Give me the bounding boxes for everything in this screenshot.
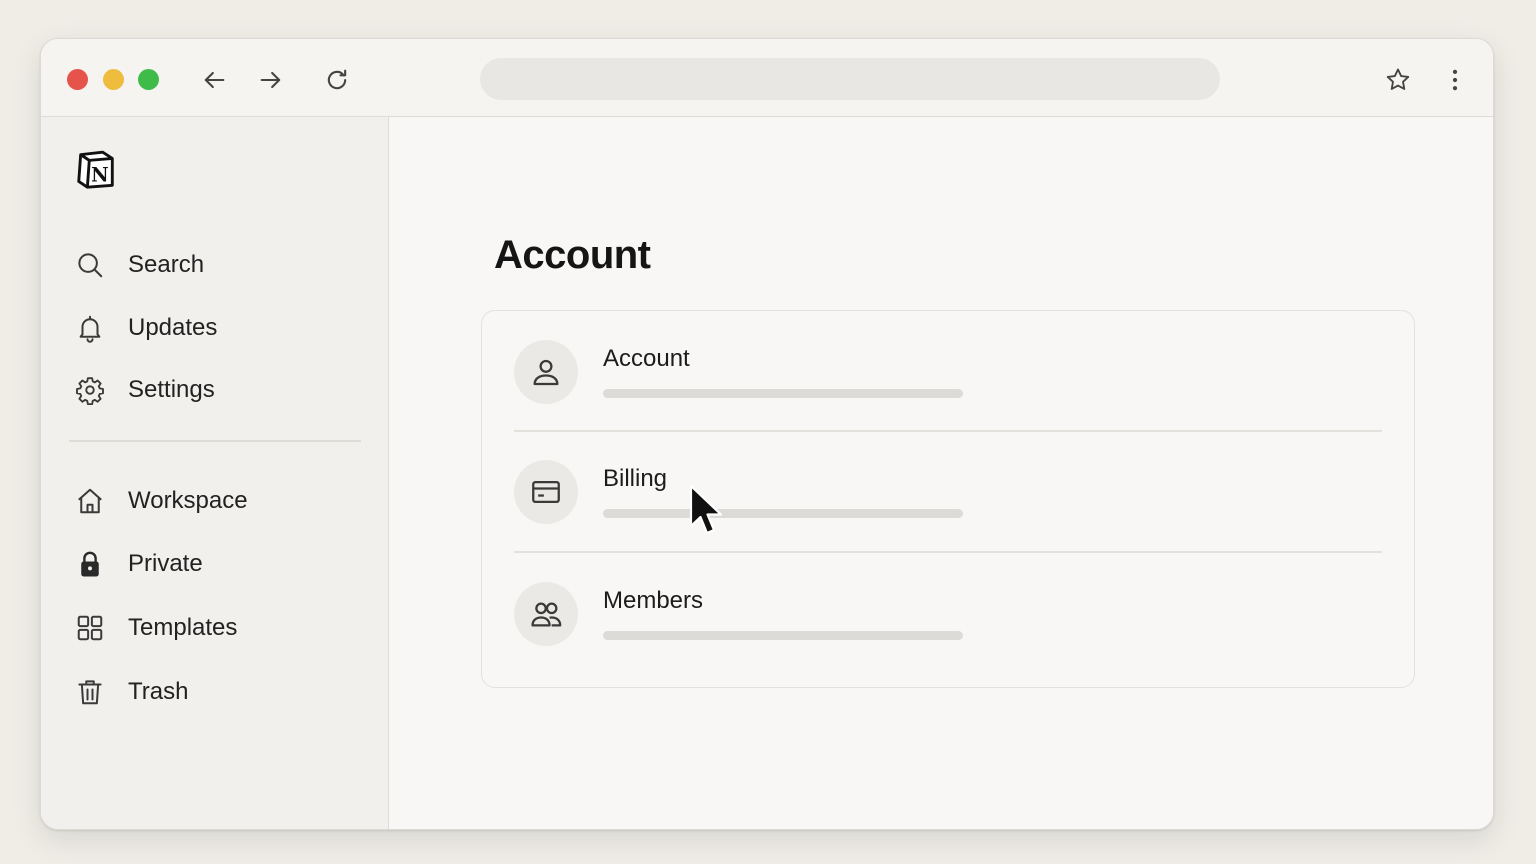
sidebar-item-label: Private [128, 550, 203, 577]
sidebar-item-label: Search [128, 251, 205, 278]
reload-button[interactable] [320, 63, 354, 97]
user-icon [514, 340, 578, 404]
reload-icon [327, 69, 347, 90]
sidebar-item-label: Updates [128, 314, 218, 341]
sidebar-item-search[interactable]: Search [61, 241, 361, 289]
minimize-window-button[interactable] [103, 69, 124, 90]
sidebar-item-templates[interactable]: Templates [61, 604, 361, 652]
settings-row-account[interactable]: Account [482, 311, 1414, 431]
bell-icon [73, 311, 107, 345]
sidebar-item-label: Templates [128, 614, 238, 641]
address-bar[interactable] [480, 58, 1220, 100]
settings-row-members[interactable]: Members [482, 553, 1414, 673]
page-title: Account [494, 233, 651, 277]
sidebar-item-trash[interactable]: Trash [61, 668, 361, 716]
sidebar-item-label: Workspace [128, 487, 248, 514]
main-content: Account Account Billing Members [390, 117, 1493, 829]
sidebar-item-settings[interactable]: Settings [61, 366, 361, 414]
row-title: Members [603, 587, 704, 614]
bookmark-button[interactable] [1381, 63, 1415, 97]
users-icon [514, 582, 578, 646]
sidebar-item-label: Trash [128, 678, 189, 705]
row-title: Account [603, 345, 690, 372]
gear-icon [73, 373, 107, 407]
forward-arrow-icon [260, 71, 281, 89]
trash-icon [73, 675, 107, 709]
browser-window: N Search Updates Settings Workspace Priv… [40, 38, 1494, 830]
back-arrow-icon [204, 71, 225, 89]
forward-button[interactable] [254, 63, 288, 97]
close-window-button[interactable] [67, 69, 88, 90]
svg-text:N: N [91, 163, 109, 186]
star-icon [1386, 68, 1410, 90]
sidebar: N Search Updates Settings Workspace Priv… [41, 117, 389, 829]
row-title: Billing [603, 465, 668, 492]
browser-toolbar [41, 39, 1493, 117]
sidebar-item-private[interactable]: Private [61, 540, 361, 588]
grid-icon [73, 611, 107, 645]
browser-menu-button[interactable] [1438, 63, 1472, 97]
settings-card: Account Billing Members [481, 310, 1415, 688]
home-icon [73, 484, 107, 518]
maximize-window-button[interactable] [138, 69, 159, 90]
more-vertical-icon [1452, 69, 1458, 91]
row-description-placeholder [603, 389, 963, 398]
sidebar-item-updates[interactable]: Updates [61, 304, 361, 352]
notion-logo[interactable]: N [73, 146, 119, 192]
lock-icon [73, 547, 107, 581]
sidebar-item-label: Settings [128, 376, 215, 403]
credit-card-icon [514, 460, 578, 524]
back-button[interactable] [197, 63, 231, 97]
row-description-placeholder [603, 509, 963, 518]
row-description-placeholder [603, 631, 963, 640]
search-icon [73, 248, 107, 282]
settings-row-billing[interactable]: Billing [482, 431, 1414, 551]
sidebar-divider [69, 440, 361, 442]
sidebar-item-workspace[interactable]: Workspace [61, 477, 361, 525]
